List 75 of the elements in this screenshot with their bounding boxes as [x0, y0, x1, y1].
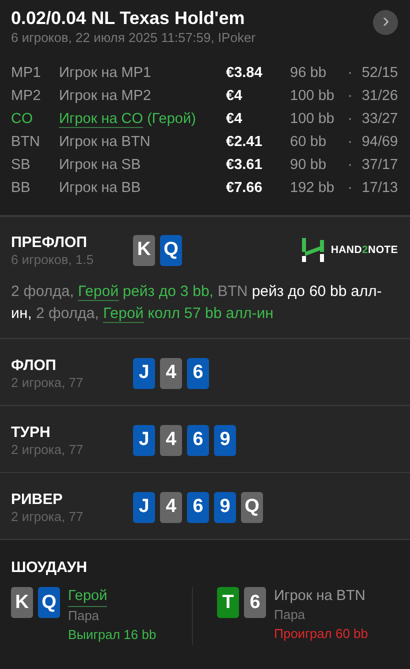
stats-cell-text: 31/26 [360, 87, 398, 106]
stats-cell-text: 94/69 [360, 133, 398, 152]
player-name: Игрок на MP2 [59, 87, 152, 106]
playing-card: 4 [160, 358, 182, 388]
playing-card: J [133, 424, 155, 456]
position-cell-text: CO [11, 110, 34, 129]
game-subtitle: 6 игроков, 22 июля 2025 11:57:59, IPoker [11, 30, 256, 46]
playing-card: Q [38, 587, 60, 618]
stats-cell-text: 37/17 [360, 156, 398, 175]
stack-cell-text: €2.41 [226, 133, 264, 152]
playing-card: Q [241, 492, 263, 522]
stack-cell-text: €4 [226, 110, 244, 129]
stack-cell-text: €3.61 [226, 156, 264, 175]
stats-cell-text: 52/15 [360, 64, 398, 83]
position-cell-text: MP2 [11, 87, 42, 106]
separator-dot [349, 141, 351, 143]
street-subtitle: 2 игрока, 77 [11, 375, 84, 390]
bb-cell-text: 100 bb [290, 110, 336, 129]
street-title: РИВЕР [11, 490, 64, 509]
stack-cell-text: €7.66 [226, 179, 264, 198]
playing-card: 6 [187, 424, 209, 456]
separator-dot [349, 72, 351, 74]
player-name: Игрок на SB [59, 156, 142, 175]
playing-card: 6 [244, 587, 266, 618]
separator-dot [349, 118, 351, 120]
stack-cell-text: €3.84 [226, 64, 264, 83]
street-title: ПРЕФЛОП [11, 233, 88, 252]
stats-cell-text: 17/13 [360, 179, 398, 198]
bb-cell-text: 96 bb [290, 64, 328, 83]
street-title: ФЛОП [11, 356, 58, 375]
position-cell-text: BTN [11, 133, 41, 152]
hand-combo: Пара [68, 607, 100, 625]
position-cell-text: SB [11, 156, 32, 175]
street-subtitle: 2 игрока, 77 [11, 509, 84, 524]
position-cell-text: BB [11, 179, 32, 198]
separator-dot [349, 164, 351, 166]
playing-card: 9 [214, 492, 236, 522]
separator-dot [349, 95, 351, 97]
playing-card: J [133, 358, 155, 388]
playing-card: J [133, 492, 155, 522]
logo-icon [302, 238, 324, 262]
player-name: Игрок на BB [59, 179, 142, 198]
bb-cell-text: 100 bb [290, 87, 336, 106]
showdown-title: ШОУДАУН [11, 558, 88, 577]
player-name[interactable]: Игрок на CO (Герой) [59, 108, 226, 130]
player-name[interactable]: Герой [68, 587, 108, 607]
playing-card: 9 [214, 424, 236, 456]
separator-dot [349, 187, 351, 189]
playing-card: T [217, 587, 239, 618]
playing-card: 4 [160, 492, 182, 522]
bb-cell-text: 192 bb [290, 179, 336, 198]
logo-text: HAND2NOTE [330, 244, 398, 256]
street-subtitle: 6 игроков, 1.5 [11, 252, 95, 267]
player-name: Игрок на BTN [59, 133, 152, 152]
next-button[interactable]: › [373, 10, 398, 35]
hand-result: Выиграл 16 bb [68, 626, 156, 644]
hand-combo: Пара [274, 606, 306, 624]
street-title: ТУРН [11, 423, 52, 442]
preflop-actions: 2 фолда, Герой рейз до 3 bb, BTN рейз до 60 bb алл-ин, 2 фолда, Герой колл 57 bb алл-ин [11, 282, 383, 325]
hand-result: Проиграл 60 bb [274, 625, 368, 643]
playing-card: Q [160, 234, 182, 266]
position-cell-text: MP1 [11, 64, 42, 83]
playing-card: 6 [187, 492, 209, 522]
street-subtitle: 2 игрока, 77 [11, 442, 84, 457]
bb-cell-text: 60 bb [290, 133, 328, 152]
playing-card: K [133, 234, 155, 266]
player-name: Игрок на MP1 [59, 64, 152, 83]
stats-cell-text: 33/27 [360, 110, 398, 129]
player-name: Игрок на BTN [274, 587, 366, 606]
playing-card: 6 [187, 358, 209, 388]
stack-cell-text: €4 [226, 87, 244, 106]
game-title: 0.02/0.04 NL Texas Hold'em [11, 7, 246, 30]
playing-card: 4 [160, 424, 182, 456]
bb-cell-text: 90 bb [290, 156, 328, 175]
playing-card: K [11, 587, 33, 618]
